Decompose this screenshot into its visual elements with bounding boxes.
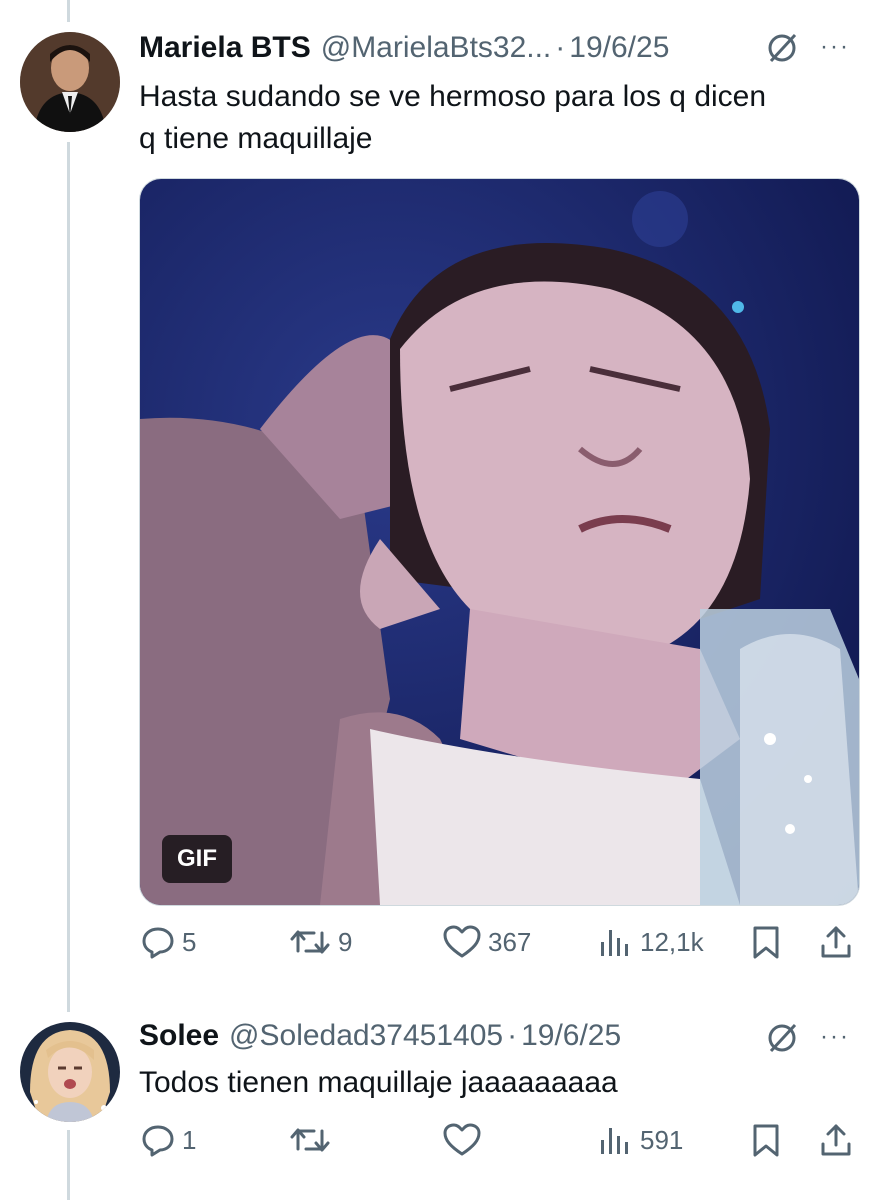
display-name[interactable]: Mariela BTS: [139, 31, 311, 65]
tweet-text-line: Hasta sudando se ve hermoso para los q d…: [139, 80, 767, 113]
tweet[interactable]: Mariela BTS @MarielaBts32... · 19/6/25 ·…: [0, 0, 879, 1000]
tweet[interactable]: Solee @Soledad37451405 · 19/6/25 ··· Tod…: [0, 1000, 879, 1200]
share-button[interactable]: [818, 1122, 854, 1158]
views-button[interactable]: 591: [598, 1122, 683, 1158]
separator: ·: [507, 1019, 518, 1052]
timestamp[interactable]: 19/6/25: [569, 31, 669, 65]
views-icon: [601, 930, 628, 956]
share-icon: [821, 1124, 851, 1156]
display-name[interactable]: Solee: [139, 1019, 219, 1053]
gif-media[interactable]: GIF: [139, 178, 860, 906]
timestamp[interactable]: 19/6/25: [521, 1019, 621, 1053]
reply-button[interactable]: 5: [140, 924, 196, 960]
like-button[interactable]: 367: [442, 924, 531, 960]
gif-image: [140, 179, 859, 905]
like-icon: [443, 925, 481, 958]
reply-icon: [142, 927, 174, 959]
bookmark-icon: [753, 1124, 779, 1157]
more-options-button[interactable]: ···: [820, 35, 850, 59]
gif-badge: GIF: [162, 835, 232, 883]
handle[interactable]: @MarielaBts32...: [321, 31, 552, 65]
reply-icon: [142, 1125, 174, 1157]
views-button[interactable]: 12,1k: [598, 924, 704, 960]
like-count: 367: [488, 926, 532, 957]
avatar[interactable]: [20, 1022, 120, 1122]
reply-count: 5: [182, 926, 197, 957]
views-count: 12,1k: [640, 926, 704, 957]
views-count: 591: [640, 1124, 684, 1155]
bookmark-icon: [753, 926, 779, 959]
bookmark-button[interactable]: [748, 1122, 784, 1158]
share-button[interactable]: [818, 924, 854, 960]
repost-icon: [290, 930, 330, 954]
grok-icon[interactable]: [764, 1020, 800, 1056]
avatar[interactable]: [20, 32, 120, 132]
repost-button[interactable]: [288, 1122, 338, 1158]
repost-count: 9: [338, 926, 353, 957]
bookmark-button[interactable]: [748, 924, 784, 960]
reply-count: 1: [182, 1124, 197, 1155]
views-icon: [601, 1128, 628, 1154]
reply-button[interactable]: 1: [140, 1122, 196, 1158]
tweet-text-line: q tiene maquillaje: [139, 122, 373, 155]
repost-button[interactable]: 9: [288, 924, 352, 960]
like-button[interactable]: [442, 1122, 488, 1158]
share-icon: [821, 926, 851, 958]
separator: ·: [555, 31, 566, 64]
repost-icon: [290, 1128, 330, 1152]
grok-icon[interactable]: [764, 30, 800, 66]
handle[interactable]: @Soledad37451405: [229, 1019, 503, 1053]
more-options-button[interactable]: ···: [820, 1025, 850, 1049]
like-icon: [443, 1123, 481, 1156]
tweet-text: Todos tienen maquillaje jaaaaaaaaa: [139, 1066, 618, 1099]
